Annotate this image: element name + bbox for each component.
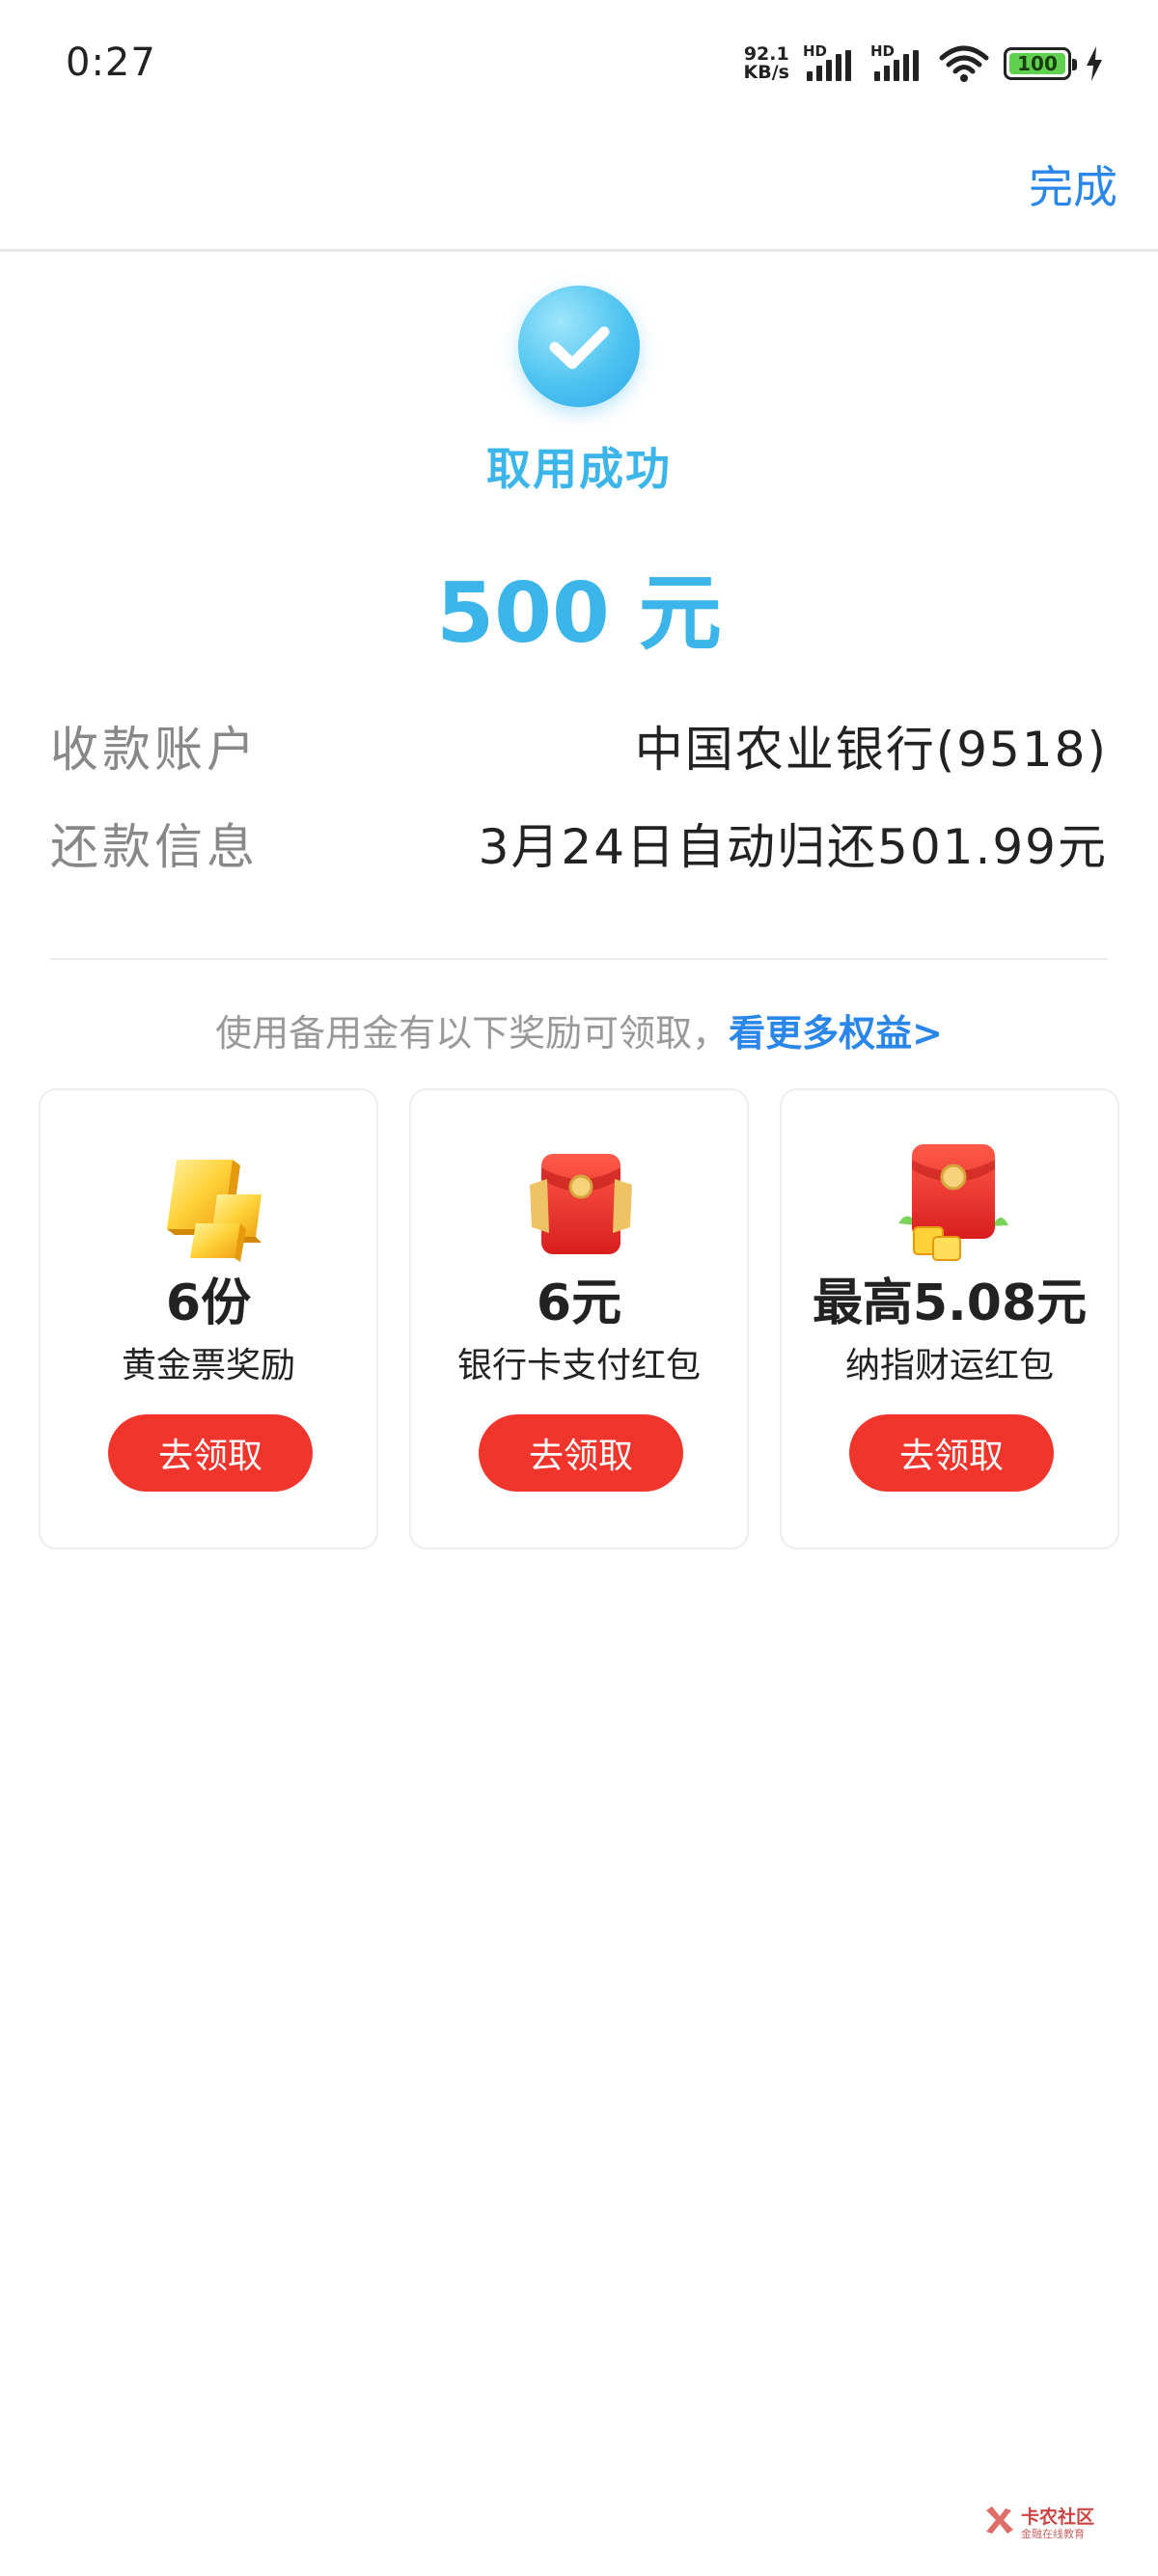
section-divider bbox=[50, 958, 1108, 960]
reward-card-bank: 6元 银行卡支付红包 去领取 bbox=[409, 1088, 749, 1549]
check-circle-icon bbox=[518, 286, 640, 407]
signal-icon: HD bbox=[870, 42, 924, 83]
status-bar: 0:27 92.1 KB/s HD HD 100 bbox=[0, 0, 1158, 130]
net-speed: 92.1 KB/s bbox=[744, 45, 789, 82]
rewards-tip-text: 使用备用金有以下奖励可领取， bbox=[215, 1012, 730, 1055]
repayment-info-value: 3月24日自动归还501.99元 bbox=[478, 819, 1108, 875]
signal-icon: HD bbox=[803, 42, 857, 83]
battery-level: 100 bbox=[1017, 52, 1058, 75]
claim-button-bank[interactable]: 去领取 bbox=[479, 1414, 683, 1492]
status-icons: 92.1 KB/s HD HD 100 bbox=[744, 42, 1104, 85]
watermark-name: 卡农社区 bbox=[1021, 2507, 1095, 2528]
status-time: 0:27 bbox=[66, 41, 156, 85]
header-divider bbox=[0, 249, 1158, 252]
red-envelope-icon bbox=[530, 1154, 632, 1254]
repayment-info-row: 还款信息 3月24日自动归还501.99元 bbox=[50, 808, 1108, 875]
wifi-icon bbox=[939, 45, 989, 82]
claim-button-nasdaq[interactable]: 去领取 bbox=[849, 1414, 1054, 1492]
reward-card-gold: 6份 黄金票奖励 去领取 bbox=[39, 1088, 378, 1549]
reward-desc: 黄金票奖励 bbox=[121, 1346, 295, 1385]
reward-desc: 银行卡支付红包 bbox=[456, 1346, 701, 1385]
withdraw-amount: 500 元 bbox=[436, 565, 722, 662]
watermark-logo: 卡农社区 金融在线教育 bbox=[982, 2499, 1108, 2543]
receiving-account-row: 收款账户 中国农业银行(9518) bbox=[50, 711, 1108, 778]
gold-bars-icon bbox=[167, 1160, 262, 1262]
net-speed-unit: KB/s bbox=[743, 62, 789, 83]
reward-card-nasdaq: 最高5.08元 纳指财运红包 去领取 bbox=[780, 1088, 1119, 1549]
claim-button-gold[interactable]: 去领取 bbox=[108, 1414, 313, 1492]
receiving-account-value: 中国农业银行(9518) bbox=[634, 722, 1108, 778]
charging-icon bbox=[1087, 46, 1102, 81]
reward-value: 6份 bbox=[165, 1274, 252, 1332]
more-benefits-link[interactable]: 看更多权益> bbox=[729, 1012, 943, 1055]
battery-icon: 100 bbox=[1004, 47, 1077, 80]
watermark-icon bbox=[986, 2507, 1013, 2534]
watermark-sub: 金融在线教育 bbox=[1021, 2528, 1085, 2540]
red-envelope-gold-icon bbox=[898, 1144, 1008, 1261]
repayment-info-label: 还款信息 bbox=[50, 819, 259, 875]
done-button[interactable]: 完成 bbox=[1029, 152, 1117, 216]
reward-desc: 纳指财运红包 bbox=[844, 1346, 1054, 1385]
reward-value: 6元 bbox=[536, 1274, 622, 1332]
rewards-tip: 使用备用金有以下奖励可领取，看更多权益> bbox=[0, 1003, 1158, 1056]
reward-value: 最高5.08元 bbox=[812, 1274, 1088, 1332]
receiving-account-label: 收款账户 bbox=[50, 722, 259, 778]
success-title: 取用成功 bbox=[486, 443, 672, 495]
